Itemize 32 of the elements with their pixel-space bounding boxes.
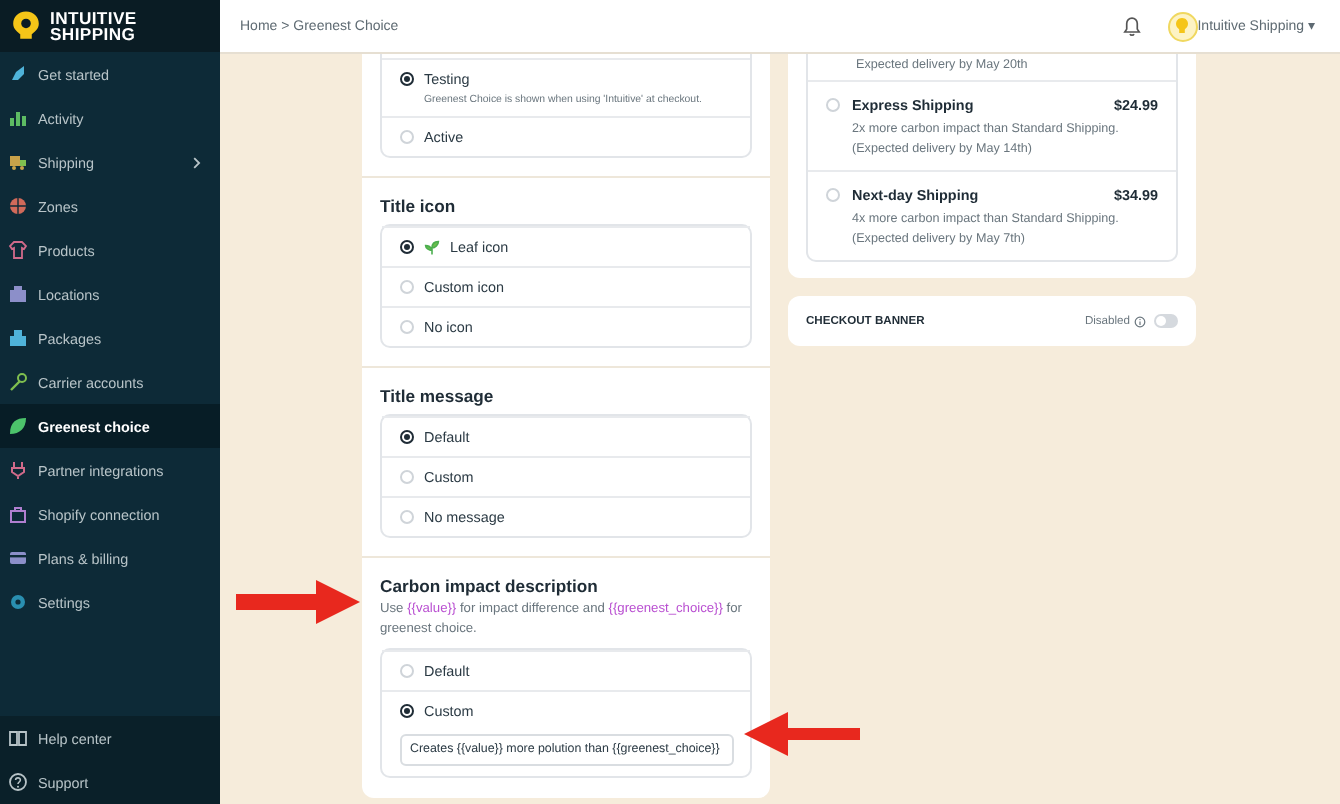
section-heading: Title icon <box>380 196 458 216</box>
card-icon <box>8 548 28 568</box>
bell-icon <box>1119 14 1144 38</box>
building-icon <box>8 284 28 304</box>
section-heading: Carbon impact description <box>380 576 600 596</box>
globe-icon <box>8 196 28 216</box>
key-icon <box>8 372 28 392</box>
radio-button[interactable] <box>400 240 414 254</box>
shirt-icon <box>8 240 28 260</box>
info-icon <box>1134 315 1146 327</box>
bag-icon <box>8 504 28 524</box>
chevron-right-icon <box>190 155 204 169</box>
section-heading: Title message <box>380 386 496 406</box>
radio-button[interactable] <box>400 430 414 444</box>
sprout-icon <box>424 239 440 255</box>
logo-text: INTUITIVE SHIPPING <box>50 9 137 43</box>
radio-button[interactable] <box>400 704 414 718</box>
plug-icon <box>8 460 28 480</box>
avatar[interactable] <box>1167 11 1198 41</box>
help-icon <box>8 772 28 792</box>
truck-icon <box>8 152 28 172</box>
chart-icon <box>8 108 28 128</box>
arrow-drawing <box>236 580 360 624</box>
radio-button[interactable] <box>400 72 414 86</box>
lightbulb-icon <box>10 10 42 42</box>
toggle-switch[interactable] <box>1154 314 1178 328</box>
lightbulb-icon <box>1172 16 1193 36</box>
leaf-icon <box>8 416 28 436</box>
box-icon <box>8 328 28 348</box>
gear-icon <box>8 592 28 612</box>
book-icon <box>8 728 28 748</box>
arrow-drawing <box>744 712 860 756</box>
